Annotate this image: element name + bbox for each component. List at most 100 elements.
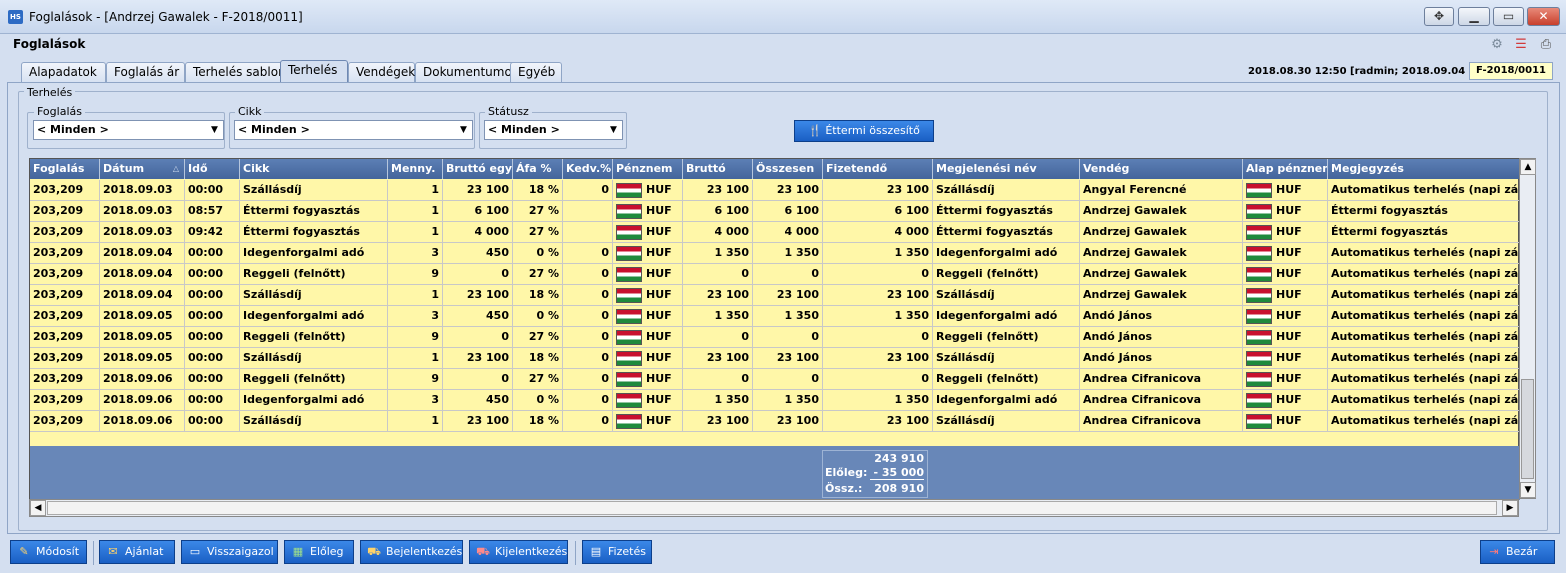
cell-text: Idegenforgalmi adó bbox=[243, 246, 365, 259]
bejelentkezes-button[interactable]: ⛟ Bejelentkezés bbox=[360, 540, 463, 564]
cell-text: 0 bbox=[921, 267, 929, 280]
table-row[interactable]: 203,209 2018.09.04 00:00 Idegenforgalmi adó… bbox=[30, 243, 1520, 264]
cell-text: 0 % bbox=[536, 246, 559, 259]
table-row[interactable]: 203,209 2018.09.05 00:00 Idegenforgalmi adó… bbox=[30, 306, 1520, 327]
tab-terheles[interactable]: Terhelés bbox=[280, 60, 348, 83]
col-ido[interactable]: Idő bbox=[185, 159, 240, 179]
cell-text: 0 bbox=[921, 330, 929, 343]
scroll-right-icon[interactable]: ▶ bbox=[1502, 500, 1518, 516]
col-alap-penznem[interactable]: Alap pénznem bbox=[1243, 159, 1328, 179]
cell-datum: 2018.09.04 bbox=[100, 243, 185, 263]
hungarian-flag-icon bbox=[616, 308, 642, 324]
move-window-icon[interactable]: ✥ bbox=[1424, 7, 1454, 26]
scroll-down-icon[interactable]: ▼ bbox=[1520, 482, 1536, 498]
maximize-button[interactable]: ▭ bbox=[1493, 7, 1524, 26]
cell-penznem: HUF bbox=[613, 327, 683, 347]
cell-cikk: Idegenforgalmi adó bbox=[240, 306, 388, 326]
table-row[interactable]: 203,209 2018.09.06 00:00 Idegenforgalmi adó… bbox=[30, 390, 1520, 411]
col-megjegyzes[interactable]: Megjegyzés bbox=[1328, 159, 1520, 179]
visszaigazol-button[interactable]: ▭ Visszaigazol bbox=[181, 540, 278, 564]
tab-foglalas-ar[interactable]: Foglalás ár bbox=[106, 62, 185, 83]
cell-menny: 9 bbox=[388, 327, 443, 347]
cell-megjelenesi-nev: Reggeli (felnőtt) bbox=[933, 264, 1080, 284]
modosit-button[interactable]: ✎ Módosít bbox=[10, 540, 87, 564]
filter-statusz-select[interactable]: < Minden > ▼ bbox=[484, 120, 623, 140]
cell-megjegyzes: Automatikus terhelés (napi zárás) bbox=[1328, 180, 1520, 200]
col-fizetendo[interactable]: Fizetendő bbox=[823, 159, 933, 179]
cell-alap-penznem: HUF bbox=[1243, 201, 1328, 221]
cell-text: 3 bbox=[431, 246, 439, 259]
cell-megjelenesi-nev: Idegenforgalmi adó bbox=[933, 306, 1080, 326]
col-kedv[interactable]: Kedv.% bbox=[563, 159, 613, 179]
col-cikk[interactable]: Cikk bbox=[240, 159, 388, 179]
cell-text: 203,209 bbox=[33, 267, 84, 280]
tab-alapadatok[interactable]: Alapadatok bbox=[21, 62, 106, 83]
tab-vendegek[interactable]: Vendégek bbox=[348, 62, 415, 83]
col-menny[interactable]: Menny. bbox=[388, 159, 443, 179]
scroll-thumb[interactable] bbox=[1521, 379, 1534, 479]
cell-osszesen: 4 000 bbox=[753, 222, 823, 242]
settings-gear-icon[interactable]: ⚙ bbox=[1488, 37, 1506, 53]
minimize-button[interactable]: ▁ bbox=[1458, 7, 1490, 26]
scroll-up-icon[interactable]: ▲ bbox=[1520, 159, 1536, 175]
cell-text: HUF bbox=[646, 351, 672, 364]
cell-alap-penznem: HUF bbox=[1243, 411, 1328, 431]
cell-text: 0 bbox=[601, 183, 609, 196]
close-window-button[interactable]: ✕ bbox=[1527, 7, 1560, 26]
eloleg-button[interactable]: ▦ Előleg bbox=[284, 540, 354, 564]
tab-terheles-sablon[interactable]: Terhelés sablon bbox=[185, 62, 288, 83]
table-row[interactable]: 203,209 2018.09.03 08:57 Éttermi fogyasztás… bbox=[30, 201, 1520, 222]
cell-brutto: 0 bbox=[683, 264, 753, 284]
kijelentkezes-button[interactable]: ⛟ Kijelentkezés bbox=[469, 540, 568, 564]
cell-text: 0 bbox=[601, 309, 609, 322]
col-penznem[interactable]: Pénznem bbox=[613, 159, 683, 179]
col-afa[interactable]: Áfa % bbox=[513, 159, 563, 179]
table-row[interactable]: 203,209 2018.09.04 00:00 Szállásdíj 1 23 100 1… bbox=[30, 285, 1520, 306]
ajanlat-button[interactable]: ✉ Ajánlat bbox=[99, 540, 175, 564]
filter-foglalas-select[interactable]: < Minden > ▼ bbox=[33, 120, 224, 140]
table-row[interactable]: 203,209 2018.09.04 00:00 Reggeli (felnőtt) 9… bbox=[30, 264, 1520, 285]
col-datum[interactable]: Dátum △ bbox=[100, 159, 185, 179]
cell-text: 23 100 bbox=[706, 414, 749, 427]
restaurant-summary-button[interactable]: 🍴 Éttermi összesítő bbox=[794, 120, 934, 142]
vertical-scrollbar[interactable]: ▲ ▼ bbox=[1519, 158, 1536, 499]
tab-dokumentumok[interactable]: Dokumentumok bbox=[415, 62, 519, 83]
tab-egyeb[interactable]: Egyéb bbox=[510, 62, 562, 83]
table-row[interactable]: 203,209 2018.09.05 00:00 Szállásdíj 1 23 100 1… bbox=[30, 348, 1520, 369]
scroll-left-icon[interactable]: ◀ bbox=[30, 500, 46, 516]
table-row[interactable]: 203,209 2018.09.05 00:00 Reggeli (felnőtt) 9… bbox=[30, 327, 1520, 348]
cell-menny: 1 bbox=[388, 411, 443, 431]
cell-menny: 1 bbox=[388, 180, 443, 200]
fizetes-button[interactable]: ▤ Fizetés bbox=[582, 540, 652, 564]
horizontal-scrollbar[interactable]: ◀ ▶ bbox=[29, 499, 1519, 517]
cell-text: HUF bbox=[646, 330, 672, 343]
cell-text: 203,209 bbox=[33, 309, 84, 322]
cell-text: 27 % bbox=[528, 204, 559, 217]
cell-text: 9 bbox=[431, 330, 439, 343]
col-foglalas[interactable]: Foglalás bbox=[30, 159, 100, 179]
cell-text: 203,209 bbox=[33, 246, 84, 259]
filter-cikk-select[interactable]: < Minden > ▼ bbox=[234, 120, 473, 140]
cell-brutto-egy: 23 100 bbox=[443, 411, 513, 431]
cell-afa: 0 % bbox=[513, 306, 563, 326]
charges-grid[interactable]: Foglalás Dátum △ Idő Cikk Menny. Bruttó e… bbox=[29, 158, 1520, 500]
col-brutto[interactable]: Bruttó bbox=[683, 159, 753, 179]
cell-brutto: 6 100 bbox=[683, 201, 753, 221]
table-row[interactable]: 203,209 2018.09.06 00:00 Szállásdíj 1 23 100 1… bbox=[30, 411, 1520, 432]
bezar-button[interactable]: ⇥ Bezár bbox=[1480, 540, 1555, 564]
col-megjelenesi-nev[interactable]: Megjelenési név bbox=[933, 159, 1080, 179]
print-icon[interactable]: ⎙ bbox=[1537, 37, 1555, 53]
cell-text: HUF bbox=[646, 393, 672, 406]
col-brutto-egy[interactable]: Bruttó egy. bbox=[443, 159, 513, 179]
hscroll-thumb[interactable] bbox=[47, 501, 1497, 515]
table-row[interactable]: 203,209 2018.09.03 09:42 Éttermi fogyasztás… bbox=[30, 222, 1520, 243]
list-icon[interactable]: ☰ bbox=[1512, 37, 1530, 53]
table-row[interactable]: 203,209 2018.09.03 00:00 Szállásdíj 1 23 100 1… bbox=[30, 180, 1520, 201]
cell-cikk: Reggeli (felnőtt) bbox=[240, 327, 388, 347]
cell-text: 2018.09.06 bbox=[103, 372, 173, 385]
cell-text: Automatikus terhelés (napi zárás) bbox=[1331, 351, 1519, 364]
table-row[interactable]: 203,209 2018.09.06 00:00 Reggeli (felnőtt) 9… bbox=[30, 369, 1520, 390]
col-osszesen[interactable]: Összesen bbox=[753, 159, 823, 179]
cell-text: 00:00 bbox=[188, 246, 224, 259]
col-vendeg[interactable]: Vendég bbox=[1080, 159, 1243, 179]
